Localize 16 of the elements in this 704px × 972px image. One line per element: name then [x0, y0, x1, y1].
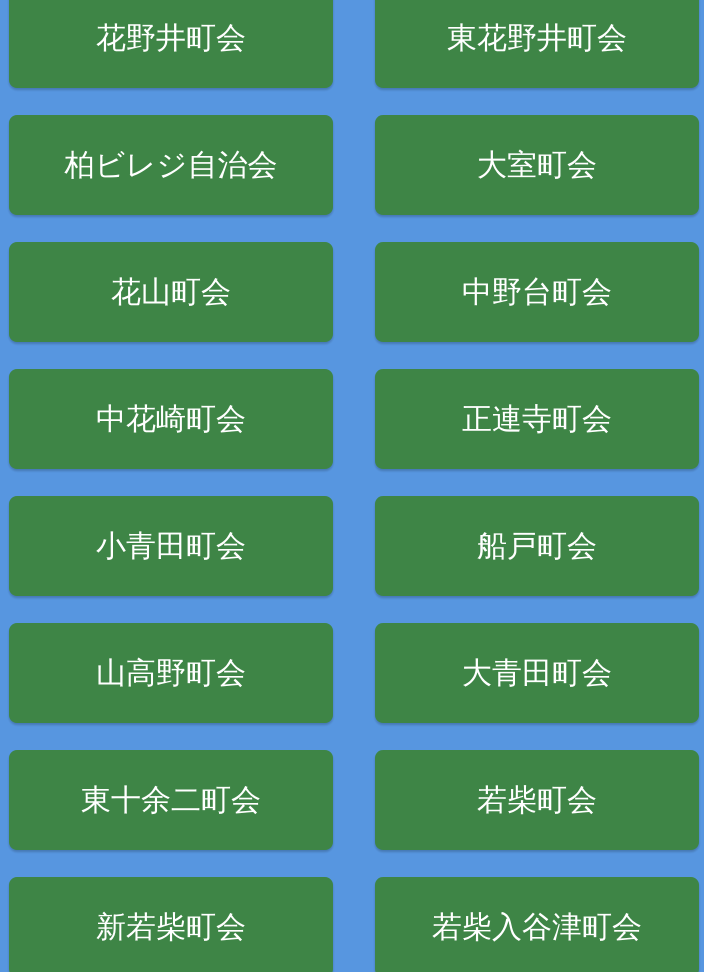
neighborhood-association-button[interactable]: 大室町会 [375, 115, 699, 215]
neighborhood-association-button[interactable]: 中花崎町会 [9, 369, 333, 469]
neighborhood-association-button[interactable]: 若柴町会 [375, 750, 699, 850]
neighborhood-association-button[interactable]: 花野井町会 [9, 0, 333, 88]
neighborhood-association-button[interactable]: 中野台町会 [375, 242, 699, 342]
neighborhood-association-button[interactable]: 正連寺町会 [375, 369, 699, 469]
neighborhood-association-button[interactable]: 東十余二町会 [9, 750, 333, 850]
neighborhood-association-button[interactable]: 大青田町会 [375, 623, 699, 723]
neighborhood-association-button[interactable]: 山高野町会 [9, 623, 333, 723]
neighborhood-association-button[interactable]: 花山町会 [9, 242, 333, 342]
neighborhood-association-button[interactable]: 小青田町会 [9, 496, 333, 596]
neighborhood-association-button[interactable]: 東花野井町会 [375, 0, 699, 88]
neighborhood-association-button[interactable]: 柏ビレジ自治会 [9, 115, 333, 215]
neighborhood-association-button[interactable]: 船戸町会 [375, 496, 699, 596]
neighborhood-association-button[interactable]: 新若柴町会 [9, 877, 333, 972]
neighborhood-association-button[interactable]: 若柴入谷津町会 [375, 877, 699, 972]
